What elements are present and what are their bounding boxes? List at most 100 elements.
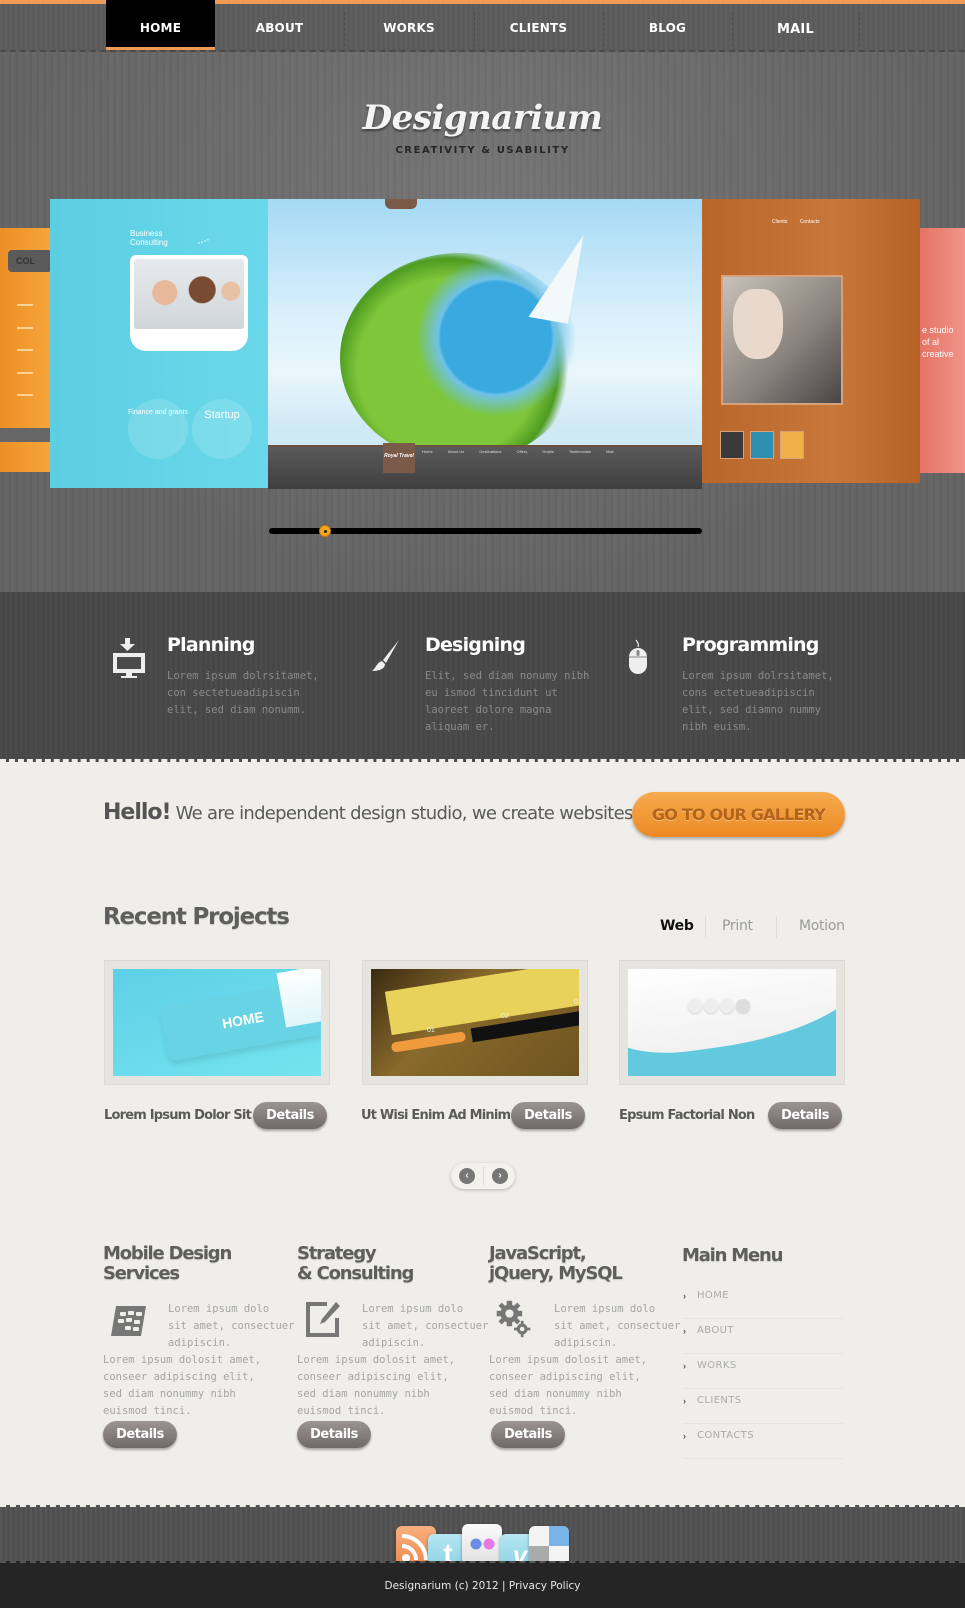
feature-title: Planning: [167, 634, 255, 656]
intro-text: Hello! We are independent design studio,…: [103, 800, 640, 825]
slide-menu-item: About Us: [447, 449, 465, 454]
slider-scrollbar[interactable]: [269, 528, 702, 534]
blackberry-icon: [111, 1306, 146, 1336]
footer-menu-home[interactable]: › HOME: [683, 1284, 843, 1319]
footer-menu-contacts[interactable]: › CONTACTS: [683, 1424, 843, 1459]
slide-business-consulting[interactable]: Business Consulting ▪ ▪ ▪ ▪ Finance and …: [50, 199, 268, 488]
project-name: Ut Wisi Enim Ad Minim: [361, 1108, 511, 1123]
feature-text: Elit, sed diam nonumy nibh eu ismod tinc…: [425, 670, 590, 733]
copyright-text: Designarium (c) 2012: [384, 1580, 499, 1592]
service-title: JavaScript, jQuery, MySQL: [489, 1243, 623, 1284]
menu-label: WORKS: [697, 1360, 737, 1371]
project-details-button[interactable]: Details: [768, 1102, 842, 1129]
chevron-right-icon: ›: [683, 1291, 686, 1301]
slide-brand: Royal Travel: [383, 443, 415, 473]
project-details-button[interactable]: Details: [253, 1102, 327, 1129]
filter-web[interactable]: Web: [660, 918, 694, 934]
nav-works[interactable]: WORKS: [344, 4, 474, 52]
filter-motion[interactable]: Motion: [799, 918, 845, 934]
slide-text: e studio of al creative: [922, 325, 954, 359]
pager-divider: [483, 1167, 484, 1185]
prev-arrow-icon[interactable]: ‹: [459, 1168, 475, 1184]
filter-print[interactable]: Print: [722, 918, 753, 934]
flickr-icon[interactable]: [462, 1524, 502, 1564]
gears-icon: [496, 1300, 531, 1338]
projects-pager: ‹ ›: [451, 1163, 515, 1189]
slide-royal-travel[interactable]: Royal Travel Home About Us Destinations …: [268, 199, 702, 489]
recent-projects-title: Recent Projects: [103, 904, 290, 930]
chevron-right-icon: ›: [683, 1326, 686, 1336]
monitor-download-icon: [113, 638, 145, 678]
service-details-button[interactable]: Details: [103, 1421, 177, 1448]
thumb-label: 01: [427, 1027, 435, 1034]
slide-orange[interactable]: COL: [0, 228, 50, 472]
filter-divider: [776, 916, 777, 938]
nav-about[interactable]: ABOUT: [215, 4, 344, 52]
privacy-policy-link[interactable]: Privacy Policy: [509, 1580, 581, 1592]
nav-blog[interactable]: BLOG: [603, 4, 732, 52]
slide-menu-item: Hotels: [542, 449, 554, 454]
menu-label: ABOUT: [697, 1325, 734, 1336]
menu-label: CLIENTS: [697, 1395, 742, 1406]
nav-divider: [859, 12, 860, 46]
slide-menu-item: Home: [422, 449, 433, 454]
site-logo[interactable]: Designarium: [0, 98, 965, 138]
service-short-text: Lorem ipsum dolo sit amet, consectuer adip…: [362, 1303, 489, 1349]
menu-label: CONTACTS: [697, 1430, 754, 1441]
nav-home[interactable]: HOME: [106, 0, 215, 50]
feature-title: Designing: [425, 634, 526, 656]
project-thumbnail[interactable]: [619, 960, 845, 1085]
footer-menu-about[interactable]: › ABOUT: [683, 1319, 843, 1354]
project-thumbnail[interactable]: HOME: [104, 960, 330, 1085]
paintbrush-icon: [372, 640, 399, 671]
slide-thumbnails: [720, 431, 810, 464]
slide-menu-item: Destinations: [479, 449, 502, 454]
slide-mini-nav: Home About Us Destinations Offers Hotels…: [422, 449, 627, 454]
thumb-label: 02: [501, 1013, 509, 1020]
footer-separator: |: [502, 1580, 506, 1592]
filter-divider: [705, 916, 706, 938]
slide-tab: [385, 199, 417, 209]
edit-icon: [306, 1302, 340, 1337]
main-menu-title: Main Menu: [682, 1245, 783, 1266]
project-name: Lorem Ipsum Dolor Sit: [104, 1108, 252, 1123]
slide-pink[interactable]: e studio of al creative: [920, 228, 965, 473]
footer-menu-works[interactable]: › WORKS: [683, 1354, 843, 1389]
nav-clients[interactable]: CLIENTS: [474, 4, 603, 52]
service-details-button[interactable]: Details: [491, 1421, 565, 1448]
menu-label: HOME: [697, 1290, 729, 1301]
project-image: HOME: [113, 969, 321, 1076]
service-title: Strategy & Consulting: [297, 1243, 414, 1284]
footer-menu-clients[interactable]: › CLIENTS: [683, 1389, 843, 1424]
slide-menu-item: Mail: [606, 449, 614, 454]
footer-copyright: Designarium (c) 2012 | Privacy Policy: [0, 1580, 965, 1592]
feature-title: Programming: [682, 634, 819, 656]
project-name: Epsum Factorial Non: [619, 1108, 755, 1123]
slide-sailboat-image: [528, 228, 584, 324]
slide-copper[interactable]: Clients Contacts: [702, 199, 920, 483]
feature-text: Lorem ipsum dolrsitamet, cons ectetueadi…: [682, 670, 834, 733]
service-long-text: Lorem ipsum dolosit amet, conseer adipis…: [489, 1354, 648, 1417]
chevron-right-icon: ›: [683, 1361, 686, 1371]
service-long-text: Lorem ipsum dolosit amet, conseer adipis…: [103, 1354, 262, 1417]
next-arrow-icon[interactable]: ›: [492, 1168, 508, 1184]
project-thumbnail[interactable]: 01 02 0: [362, 960, 588, 1085]
chevron-right-icon: ›: [683, 1396, 686, 1406]
slide-badge: COL: [8, 250, 50, 272]
main-nav: HOME ABOUT WORKS CLIENTS BLOG MAIL: [0, 0, 965, 54]
service-short-text: Lorem ipsum dolo sit amet, consectuer adip…: [168, 1303, 295, 1349]
slide-portrait-image: [721, 275, 843, 405]
service-title: Mobile Design Services: [103, 1243, 232, 1284]
service-details-button[interactable]: Details: [297, 1421, 371, 1448]
project-details-button[interactable]: Details: [511, 1102, 585, 1129]
gallery-button[interactable]: GO TO OUR GALLERY: [632, 792, 845, 837]
nav-mail[interactable]: MAIL: [732, 6, 859, 54]
intro-hello: Hello!: [103, 800, 172, 825]
slide-block: Startup: [192, 399, 252, 459]
slide-mini-nav: Clients Contacts: [772, 219, 820, 225]
delicious-icon[interactable]: [529, 1526, 569, 1566]
slide-menu-item: Offers: [516, 449, 528, 454]
slide-mini-nav: ▪ ▪ ▪ ▪: [197, 237, 210, 247]
thumb-label: 0: [574, 999, 578, 1006]
service-short-text: Lorem ipsum dolo sit amet, consectuer adip…: [554, 1303, 681, 1349]
